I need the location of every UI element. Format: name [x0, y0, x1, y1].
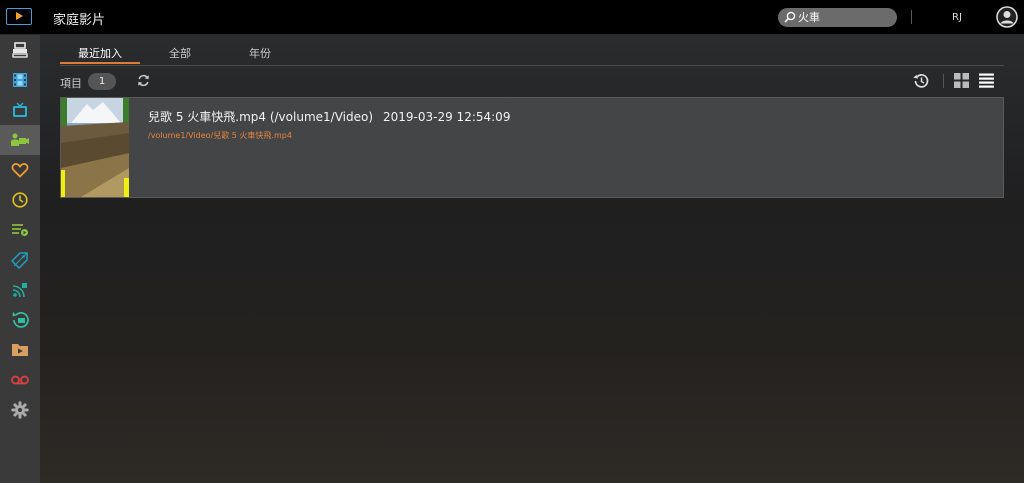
- clock-icon: [12, 192, 28, 208]
- tab-year[interactable]: 年份: [230, 45, 290, 61]
- sidebar-item-home-videos[interactable]: [0, 125, 40, 155]
- toolbar-divider: [943, 74, 944, 88]
- recording-icon: [11, 375, 29, 385]
- tv-icon: [13, 102, 27, 117]
- list-view-icon[interactable]: [979, 73, 994, 88]
- item-count-label: 項目: [60, 77, 82, 90]
- user-avatar-icon[interactable]: [996, 6, 1018, 28]
- sidebar-item-recently-watched[interactable]: [0, 185, 40, 215]
- video-title[interactable]: 兒歌 5 火車快飛.mp4 (/volume1/Video) 2019-03-29…: [148, 108, 510, 125]
- history-icon[interactable]: [912, 72, 930, 90]
- app-title: 家庭影片: [53, 13, 106, 28]
- sidebar-item-recently-added[interactable]: [0, 305, 40, 335]
- username[interactable]: RJ: [952, 12, 962, 23]
- library-icon: [12, 42, 28, 58]
- tag-icon: [11, 252, 28, 269]
- settings-icon: [11, 401, 29, 419]
- grid-view-icon[interactable]: [954, 73, 969, 88]
- divider: [911, 10, 912, 24]
- sidebar-item-playlists[interactable]: [0, 215, 40, 245]
- home-video-icon: [11, 133, 29, 146]
- search-input[interactable]: [798, 9, 888, 25]
- video-title-text[interactable]: 兒歌 5 火車快飛.mp4 (/volume1/Video): [148, 110, 373, 124]
- sidebar-item-dlna[interactable]: [0, 275, 40, 305]
- sidebar-item-favorites[interactable]: [0, 155, 40, 185]
- folder-icon: [12, 344, 28, 356]
- sidebar-item-settings[interactable]: [0, 395, 40, 425]
- sidebar-item-tv-shows[interactable]: [0, 95, 40, 125]
- main-content: 最近加入 全部 年份 項目 1 兒歌 5 火車快飛.mp4 (/volume1/…: [40, 35, 1024, 483]
- sidebar: [0, 35, 40, 483]
- movie-icon: [13, 73, 27, 87]
- playlist-icon: [12, 224, 28, 236]
- tab-recently-added[interactable]: 最近加入: [60, 45, 140, 61]
- item-count-badge: 1: [88, 73, 116, 90]
- sidebar-item-library[interactable]: [0, 35, 40, 65]
- sidebar-item-folders[interactable]: [0, 335, 40, 365]
- top-bar: 家庭影片 RJ: [0, 0, 1024, 35]
- video-path: /volume1/Video/兒歌 5 火車快飛.mp4: [148, 131, 292, 140]
- video-thumbnail[interactable]: [61, 98, 129, 197]
- list-item[interactable]: 兒歌 5 火車快飛.mp4 (/volume1/Video) 2019-03-29…: [60, 97, 1004, 198]
- recent-icon: [12, 312, 29, 328]
- cast-icon: [12, 283, 27, 298]
- sidebar-item-recordings[interactable]: [0, 365, 40, 395]
- search-icon: [784, 11, 796, 23]
- search-box[interactable]: [778, 8, 897, 27]
- tab-bar: 最近加入 全部 年份: [60, 35, 1004, 66]
- active-tab-indicator: [60, 62, 140, 64]
- heart-icon: [11, 163, 29, 178]
- tab-all[interactable]: 全部: [150, 45, 210, 61]
- video-date: 2019-03-29 12:54:09: [383, 110, 511, 124]
- refresh-icon[interactable]: [137, 74, 150, 87]
- app-logo-icon[interactable]: [6, 8, 32, 25]
- sidebar-item-movies[interactable]: [0, 65, 40, 95]
- sidebar-item-tags[interactable]: [0, 245, 40, 275]
